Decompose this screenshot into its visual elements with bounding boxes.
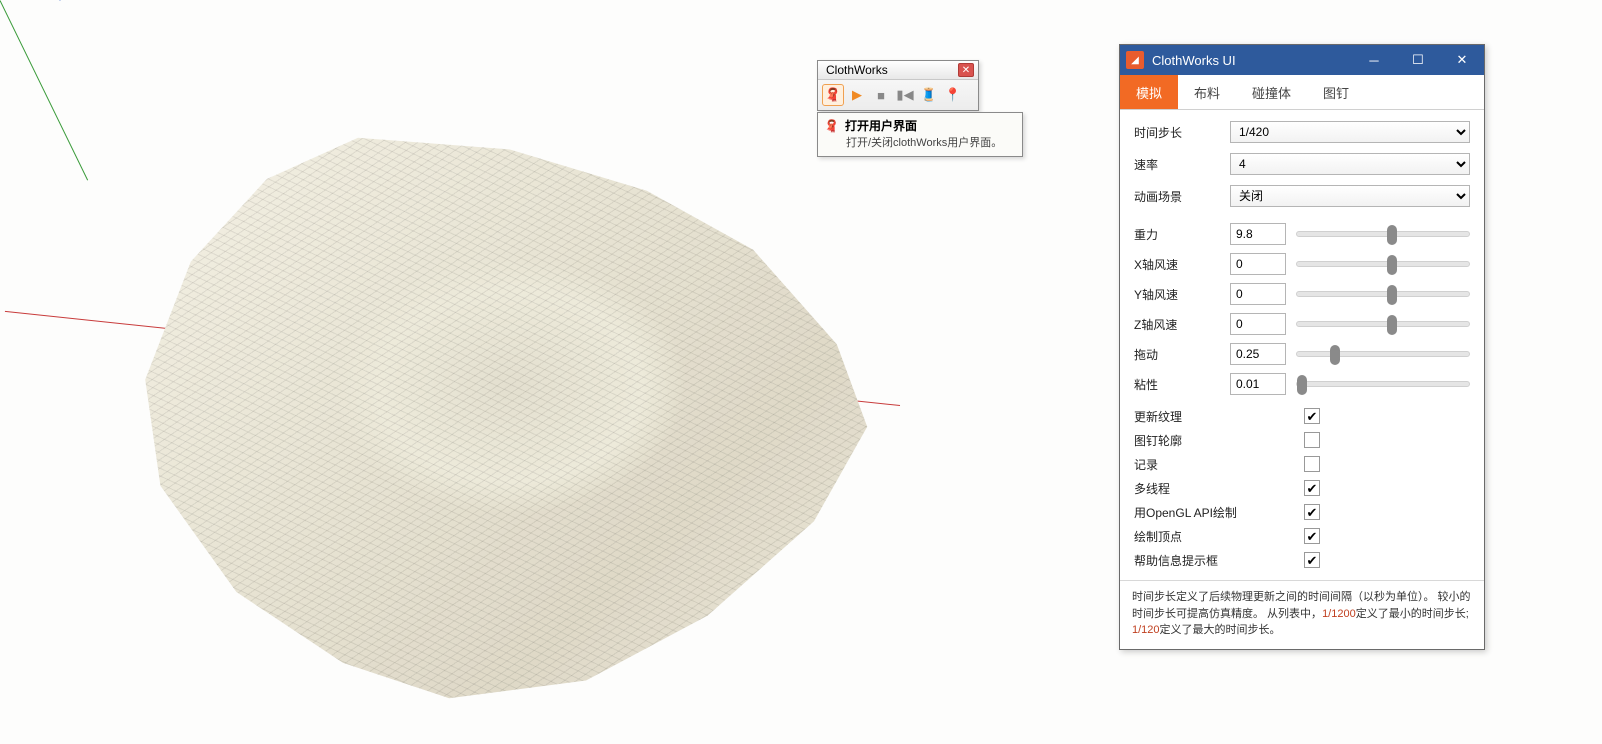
slider-drag[interactable]	[1296, 351, 1470, 357]
row-pinOutline: 图钉轮廓	[1134, 428, 1470, 452]
row-record: 记录	[1134, 452, 1470, 476]
maximize-button[interactable]: ☐	[1396, 45, 1440, 75]
checkbox-helpTooltip[interactable]	[1304, 552, 1320, 568]
label-helpTooltip: 帮助信息提示框	[1134, 552, 1304, 569]
panel-titlebar[interactable]: ◢ ClothWorks UI ─ ☐ ✕	[1120, 45, 1484, 75]
input-xwind[interactable]	[1230, 253, 1286, 275]
label-updateTexture: 更新纹理	[1134, 408, 1304, 425]
stop-button[interactable]: ■	[870, 84, 892, 106]
cloth-mesh[interactable]	[130, 120, 890, 710]
row-animscene: 动画场景 关闭	[1134, 184, 1470, 208]
label-gravity: 重力	[1134, 226, 1230, 243]
checkbox-multithread[interactable]	[1304, 480, 1320, 496]
checkbox-openglDraw[interactable]	[1304, 504, 1320, 520]
row-ywind: Y轴风速	[1134, 282, 1470, 306]
label-record: 记录	[1134, 456, 1304, 473]
cloth-tool-button[interactable]: 🧵	[918, 84, 940, 106]
toolbar-title-text: ClothWorks	[826, 63, 888, 77]
checkbox-pinOutline[interactable]	[1304, 432, 1320, 448]
tab-碰撞体[interactable]: 碰撞体	[1236, 75, 1307, 109]
help-footer: 时间步长定义了后续物理更新之间的时间间隔（以秒为单位）。 较小的时间步长可提高仿…	[1120, 580, 1484, 649]
minimize-button[interactable]: ─	[1352, 45, 1396, 75]
row-viscosity: 粘性	[1134, 372, 1470, 396]
tab-bar: 模拟布料碰撞体图钉	[1120, 75, 1484, 110]
close-icon[interactable]: ✕	[958, 63, 974, 77]
label-pinOutline: 图钉轮廓	[1134, 432, 1304, 449]
row-updateTexture: 更新纹理	[1134, 404, 1470, 428]
select-timestep[interactable]: 1/420	[1230, 121, 1470, 143]
slider-gravity[interactable]	[1296, 231, 1470, 237]
tooltip: 🧣 打开用户界面 打开/关闭clothWorks用户界面。	[817, 112, 1023, 157]
input-zwind[interactable]	[1230, 313, 1286, 335]
tab-图钉[interactable]: 图钉	[1307, 75, 1365, 109]
slider-zwind[interactable]	[1296, 321, 1470, 327]
checkbox-updateTexture[interactable]	[1304, 408, 1320, 424]
play-button[interactable]: ▶	[846, 84, 868, 106]
label-drag: 拖动	[1134, 346, 1230, 363]
row-drag: 拖动	[1134, 342, 1470, 366]
row-drawVertices: 绘制顶点	[1134, 524, 1470, 548]
input-ywind[interactable]	[1230, 283, 1286, 305]
row-openglDraw: 用OpenGL API绘制	[1134, 500, 1470, 524]
label-multithread: 多线程	[1134, 480, 1304, 497]
panel-title: ClothWorks UI	[1152, 53, 1236, 68]
input-drag[interactable]	[1230, 343, 1286, 365]
toolbar-titlebar[interactable]: ClothWorks ✕	[818, 61, 978, 80]
row-rate: 速率 4	[1134, 152, 1470, 176]
row-gravity: 重力	[1134, 222, 1470, 246]
pin-tool-button[interactable]: 📍	[942, 84, 964, 106]
slider-viscosity[interactable]	[1296, 381, 1470, 387]
label-openglDraw: 用OpenGL API绘制	[1134, 504, 1304, 521]
checkbox-record[interactable]	[1304, 456, 1320, 472]
row-timestep: 时间步长 1/420	[1134, 120, 1470, 144]
input-viscosity[interactable]	[1230, 373, 1286, 395]
axis-green	[0, 0, 88, 180]
close-button[interactable]: ✕	[1440, 45, 1484, 75]
row-xwind: X轴风速	[1134, 252, 1470, 276]
tab-模拟[interactable]: 模拟	[1120, 75, 1178, 109]
toolbar-button-row: 🧣▶■▮◀🧵📍	[818, 80, 978, 110]
select-rate[interactable]: 4	[1230, 153, 1470, 175]
row-multithread: 多线程	[1134, 476, 1470, 500]
row-zwind: Z轴风速	[1134, 312, 1470, 336]
axis-blue	[55, 0, 61, 1]
label-animscene: 动画场景	[1134, 188, 1230, 205]
clothworks-toolbar: ClothWorks ✕ 🧣▶■▮◀🧵📍	[817, 60, 979, 111]
select-animscene[interactable]: 关闭	[1230, 185, 1470, 207]
cloth-icon: 🧣	[824, 119, 839, 133]
clothworks-ui-panel: ◢ ClothWorks UI ─ ☐ ✕ 模拟布料碰撞体图钉 时间步长 1/4…	[1119, 44, 1485, 650]
tooltip-subtitle: 打开/关闭clothWorks用户界面。	[846, 134, 1016, 150]
slider-xwind[interactable]	[1296, 261, 1470, 267]
input-gravity[interactable]	[1230, 223, 1286, 245]
label-viscosity: 粘性	[1134, 376, 1230, 393]
label-timestep: 时间步长	[1134, 124, 1230, 141]
label-drawVertices: 绘制顶点	[1134, 528, 1304, 545]
checkbox-drawVertices[interactable]	[1304, 528, 1320, 544]
slider-ywind[interactable]	[1296, 291, 1470, 297]
step-back-button[interactable]: ▮◀	[894, 84, 916, 106]
label-rate: 速率	[1134, 156, 1230, 173]
label-xwind: X轴风速	[1134, 256, 1230, 273]
tab-布料[interactable]: 布料	[1178, 75, 1236, 109]
row-helpTooltip: 帮助信息提示框	[1134, 548, 1470, 572]
label-zwind: Z轴风速	[1134, 316, 1230, 333]
app-icon: ◢	[1126, 51, 1144, 69]
label-ywind: Y轴风速	[1134, 286, 1230, 303]
open-ui-button[interactable]: 🧣	[822, 84, 844, 106]
tooltip-title: 打开用户界面	[845, 117, 917, 134]
panel-body: 时间步长 1/420 速率 4 动画场景 关闭 重力 X轴风速 Y轴风速 Z轴风速拖动…	[1120, 110, 1484, 580]
